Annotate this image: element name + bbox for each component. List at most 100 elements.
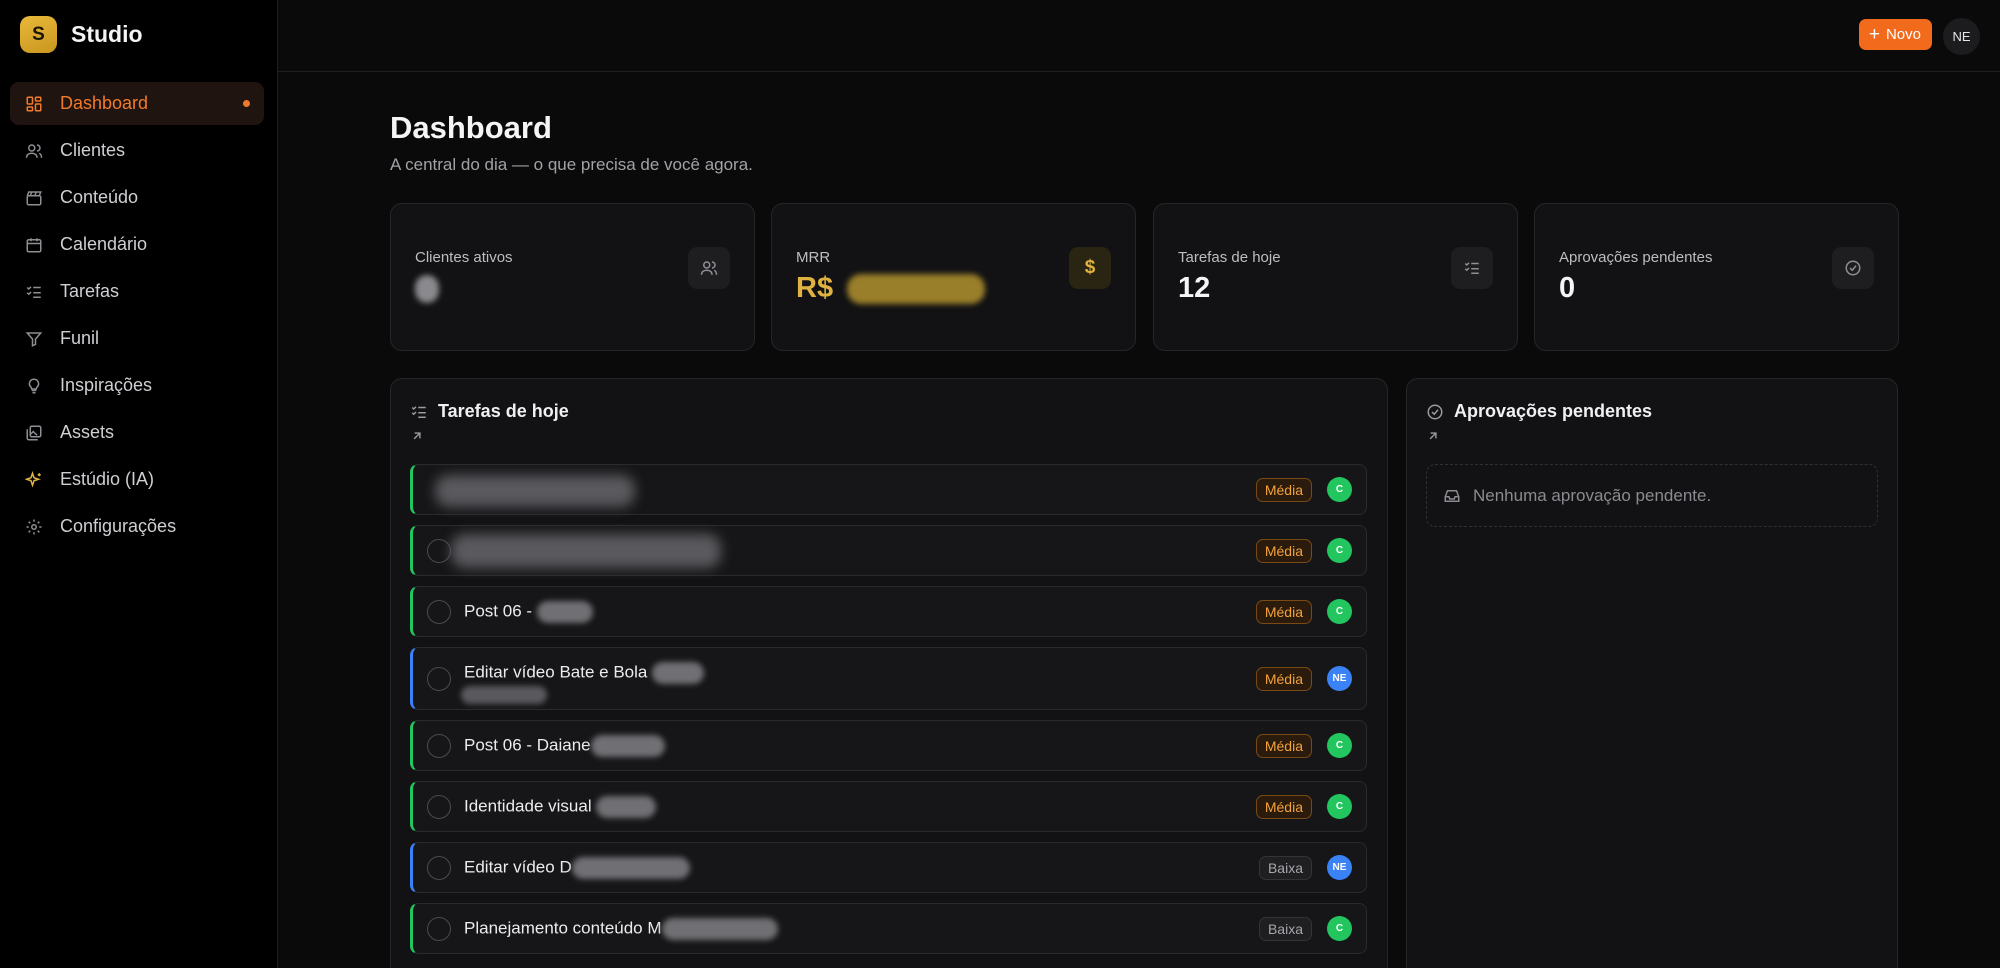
sidebar-item-funil[interactable]: Funil: [10, 317, 264, 360]
stat-value: 12: [1178, 272, 1211, 304]
assignee-avatar: NE: [1327, 666, 1352, 691]
sidebar-item-label: Tarefas: [60, 281, 120, 301]
panel-title: Aprovações pendentes: [1454, 401, 1653, 421]
task-checkbox[interactable]: [427, 916, 451, 941]
checklist-icon: [24, 282, 44, 302]
task-title-text: Post 06 - Daiane: [464, 735, 591, 755]
sidebar-item-calendario[interactable]: Calendário: [10, 223, 264, 266]
stat-label: MRR: [796, 249, 831, 266]
task-row[interactable]: Post 06 - Daiane Média C: [410, 720, 1367, 771]
active-indicator-dot: [243, 100, 250, 107]
currency-prefix: R$: [796, 272, 834, 304]
empty-state: Nenhuma aprovação pendente.: [1426, 464, 1878, 527]
sidebar-item-configuracoes[interactable]: Configurações: [10, 505, 264, 548]
priority-badge: Média: [1255, 600, 1312, 624]
task-row[interactable]: Post 06 - Média C: [410, 586, 1367, 637]
sparkles-icon: [24, 470, 44, 490]
priority-badge: Média: [1255, 478, 1312, 502]
priority-badge: Baixa: [1258, 856, 1312, 880]
redacted-task-title: [451, 534, 721, 568]
stat-value: 0: [1559, 272, 1576, 304]
empty-state-text: Nenhuma aprovação pendente.: [1473, 485, 1712, 505]
stat-value: R$: [796, 272, 986, 305]
stat-card-tarefas-de-hoje: Tarefas de hoje 12: [1153, 203, 1518, 351]
redacted-text: [461, 686, 547, 704]
brand[interactable]: S Studio: [20, 16, 143, 53]
sidebar-item-label: Inspirações: [60, 375, 153, 395]
task-checkbox[interactable]: [427, 538, 451, 563]
sidebar-nav: Dashboard Clientes Conteúdo Calendário T…: [10, 82, 264, 552]
tasks-panel: Tarefas de hoje Média C Média C Post 06 …: [390, 378, 1388, 968]
task-checkbox[interactable]: [427, 599, 451, 624]
sidebar-item-assets[interactable]: Assets: [10, 411, 264, 454]
sidebar-item-label: Estúdio (IA): [60, 469, 155, 489]
priority-badge: Média: [1255, 667, 1312, 691]
user-avatar[interactable]: NE: [1943, 18, 1980, 55]
task-checkbox[interactable]: [427, 855, 451, 880]
redacted-text: [571, 857, 690, 879]
sidebar-item-label: Configurações: [60, 516, 177, 536]
stat-card-clientes-ativos: Clientes ativos: [390, 203, 755, 351]
task-title-text: Planejamento conteúdo M: [464, 918, 662, 938]
sidebar-item-inspiracoes[interactable]: Inspirações: [10, 364, 264, 407]
sidebar-item-label: Conteúdo: [60, 187, 139, 207]
task-title: Editar vídeo Bate e Bola: [464, 662, 705, 684]
task-row[interactable]: Média C: [410, 464, 1367, 515]
sidebar-item-label: Funil: [60, 328, 100, 348]
app-name: Studio: [71, 21, 143, 47]
task-checkbox[interactable]: [427, 666, 451, 691]
redacted-text: [536, 601, 593, 623]
approvals-panel: Aprovações pendentes Nenhuma aprovação p…: [1406, 378, 1898, 968]
priority-badge: Média: [1255, 795, 1312, 819]
sidebar-item-label: Calendário: [60, 234, 148, 254]
app-logo: S: [20, 16, 57, 53]
users-icon: [24, 141, 44, 161]
assignee-avatar: C: [1327, 477, 1352, 502]
panel-title: Tarefas de hoje: [438, 401, 569, 421]
topbar: + Novo NE: [278, 0, 2000, 72]
sidebar-item-estudio-ia[interactable]: Estúdio (IA): [10, 458, 264, 501]
sidebar-item-label: Clientes: [60, 140, 126, 160]
priority-badge: Baixa: [1258, 917, 1312, 941]
open-arrow-icon[interactable]: [410, 429, 424, 448]
task-row[interactable]: Editar vídeo Bate e Bola Média NE: [410, 647, 1367, 710]
priority-badge: Média: [1255, 734, 1312, 758]
task-row[interactable]: Identidade visual Média C: [410, 781, 1367, 832]
task-title: Post 06 -: [464, 601, 593, 623]
sidebar-item-tarefas[interactable]: Tarefas: [10, 270, 264, 313]
open-arrow-icon[interactable]: [1426, 429, 1440, 448]
clapperboard-icon: [24, 188, 44, 208]
task-title: Identidade visual: [464, 796, 657, 818]
sidebar-item-clientes[interactable]: Clientes: [10, 129, 264, 172]
task-title-text: Identidade visual: [464, 796, 597, 816]
sidebar-item-conteudo[interactable]: Conteúdo: [10, 176, 264, 219]
inbox-icon: [1443, 487, 1461, 505]
page-subtitle: A central do dia — o que precisa de você…: [390, 155, 753, 174]
task-title-text: Editar vídeo Bate e Bola: [464, 662, 653, 682]
redacted-task-title: [435, 475, 635, 507]
calendar-icon: [24, 235, 44, 255]
sidebar-item-label: Dashboard: [60, 93, 149, 113]
task-row[interactable]: Planejamento conteúdo M Baixa C: [410, 903, 1367, 954]
stat-card-mrr: MRR R$ $: [771, 203, 1136, 351]
task-checkbox[interactable]: [427, 733, 451, 758]
task-row[interactable]: Média C: [410, 525, 1367, 576]
assignee-avatar: C: [1327, 538, 1352, 563]
lightbulb-icon: [24, 376, 44, 396]
new-button[interactable]: + Novo: [1858, 19, 1932, 50]
check-circle-icon: [1426, 403, 1444, 421]
assignee-avatar: C: [1327, 599, 1352, 624]
assignee-avatar: C: [1327, 794, 1352, 819]
images-icon: [24, 423, 44, 443]
redacted-value: [847, 274, 986, 305]
task-row[interactable]: Editar vídeo D Baixa NE: [410, 842, 1367, 893]
task-checkbox[interactable]: [427, 794, 451, 819]
stat-label: Aprovações pendentes: [1559, 249, 1713, 266]
task-title: Post 06 - Daiane: [464, 735, 665, 757]
checklist-icon: [1451, 247, 1493, 289]
checklist-icon: [410, 403, 428, 421]
redacted-text: [596, 796, 657, 818]
redacted-value: [415, 275, 439, 304]
stat-value: [415, 272, 439, 305]
sidebar-item-dashboard[interactable]: Dashboard: [10, 82, 264, 125]
